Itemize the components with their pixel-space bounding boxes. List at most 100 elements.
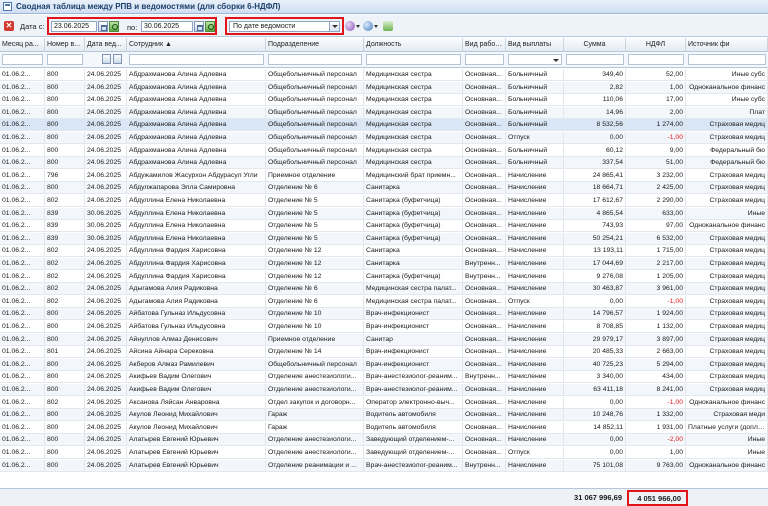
table-row[interactable]: 01.06.2... 800 24.06.2025 Айнуллов Алмаз Де… <box>0 333 768 346</box>
settings-tool-button[interactable] <box>363 21 378 32</box>
col-department-cell: Отделение № 12 <box>266 258 364 269</box>
col-position-cell: Санитарка (буфетчица) <box>364 270 463 282</box>
col-sum-cell: 29 979,17 <box>564 333 626 345</box>
col-ndfl-header[interactable]: НДФЛ <box>626 38 686 52</box>
col-statement-date-cell: 24.06.2025 <box>85 245 127 257</box>
filter-tool-button[interactable] <box>345 21 360 32</box>
table-row[interactable]: 01.06.2... 800 24.06.2025 Акулов Леонид Мих… <box>0 409 768 422</box>
clear-date-icon[interactable] <box>109 21 119 32</box>
col-statement-date-cell: 24.06.2025 <box>85 182 127 194</box>
col-sum-header[interactable]: Сумма <box>564 38 626 52</box>
table-row[interactable]: 01.06.2... 800 24.06.2025 Абдрахманова Алин… <box>0 144 768 157</box>
refresh-button[interactable] <box>383 21 395 32</box>
col-work-type-cell: Основная... <box>463 396 506 408</box>
col-payment-type-cell: Начисление <box>506 245 564 257</box>
table-row[interactable]: 01.06.2... 802 24.06.2025 Адыгамова Алия Ра… <box>0 295 768 308</box>
date-to-input[interactable]: 30.06.2025 <box>141 21 193 32</box>
table-row[interactable]: 01.06.2... 802 24.06.2025 Адыгамова Алия Ра… <box>0 283 768 296</box>
table-row[interactable]: 01.06.2... 800 24.06.2025 Айбатова Гульназ … <box>0 321 768 333</box>
col-payment-type-filter[interactable] <box>508 54 562 65</box>
col-position-cell: Заведующий отделением-... <box>364 447 463 458</box>
table-row[interactable]: 01.06.2... 800 24.06.2025 Айбатова Гульназ … <box>0 308 768 321</box>
col-statement-date-cell: 24.06.2025 <box>85 321 127 332</box>
col-department-header[interactable]: Подразделение <box>266 38 364 52</box>
table-row[interactable]: 01.06.2... 839 30.06.2025 Абдуллина Елена Н… <box>0 232 768 245</box>
col-position-cell: Медицинская сестра <box>364 119 463 131</box>
col-funding-source-filter[interactable] <box>688 54 766 65</box>
table-row[interactable]: 01.06.2... 796 24.06.2025 Абдужамилов Жасур… <box>0 169 768 182</box>
col-payment-type-header[interactable]: Вид выплаты <box>506 38 564 52</box>
col-period-filter[interactable] <box>2 54 43 65</box>
table-row[interactable]: 01.06.2... 800 24.06.2025 Абдрахманова Алин… <box>0 94 768 107</box>
col-funding-source-cell: Иные субс <box>686 69 768 80</box>
col-employee-cell: Адыгамова Алия Радиковна <box>127 295 266 307</box>
grouping-select-value: По дате ведомости <box>233 23 296 30</box>
date-to-label: по: <box>127 23 138 32</box>
table-row[interactable]: 01.06.2... 800 24.06.2025 Алатырев Евгений … <box>0 447 768 459</box>
col-ndfl-cell: 3 232,00 <box>626 169 686 181</box>
col-work-type-header[interactable]: Вид работы <box>463 38 506 52</box>
col-payment-type-cell: Начисление <box>506 220 564 232</box>
col-period-cell: 01.06.2... <box>0 321 45 332</box>
table-row[interactable]: 01.06.2... 800 24.06.2025 Акберов Алмаз Рам… <box>0 358 768 371</box>
col-statement-number-cell: 801 <box>45 346 85 358</box>
table-row[interactable]: 01.06.2... 800 24.06.2025 Акифьев Вадим Оле… <box>0 371 768 384</box>
col-statement-date-header[interactable]: Дата вед... <box>85 38 127 52</box>
table-row[interactable]: 01.06.2... 802 24.06.2025 Аксанова Ляйсан А… <box>0 396 768 409</box>
calendar-icon[interactable] <box>98 21 108 32</box>
col-work-type-filter[interactable] <box>465 54 504 65</box>
col-statement-date-cell: 24.06.2025 <box>85 195 127 206</box>
settings-icon <box>363 21 373 31</box>
col-employee-cell: Абдрахманова Алина Адлевна <box>127 119 266 131</box>
col-employee-header[interactable]: Сотрудник ▲ <box>127 38 266 52</box>
col-department-filter[interactable] <box>268 54 362 65</box>
table-row[interactable]: 01.06.2... 802 24.06.2025 Абдуллина Фардия … <box>0 270 768 283</box>
col-employee-filter[interactable] <box>129 54 264 65</box>
col-department-cell: Общебольничный персонал <box>266 132 364 143</box>
date-range-group: 23.06.2025 по: 30.06.2025 <box>47 17 217 35</box>
col-funding-source-header[interactable]: Источник фи <box>686 38 768 52</box>
table-row[interactable]: 01.06.2... 800 24.06.2025 Абдрахманова Алин… <box>0 119 768 132</box>
col-statement-date-cell: 24.06.2025 <box>85 119 127 131</box>
refresh-icon <box>383 21 393 31</box>
col-statement-number-cell: 800 <box>45 81 85 93</box>
table-row[interactable]: 01.06.2... 800 24.06.2025 Абдрахманова Алин… <box>0 81 768 94</box>
chevron-down-icon[interactable] <box>329 22 339 31</box>
date-from-label: Дата с: <box>20 22 45 31</box>
grouping-select[interactable]: По дате ведомости <box>229 21 340 32</box>
table-row[interactable]: 01.06.2... 800 24.06.2025 Алатырев Евгений … <box>0 459 768 472</box>
col-statement-number-cell: 802 <box>45 396 85 408</box>
col-position-filter[interactable] <box>366 54 461 65</box>
col-statement-number-filter[interactable] <box>47 54 83 65</box>
table-row[interactable]: 01.06.2... 800 24.06.2025 Алатырев Евгений … <box>0 434 768 447</box>
table-row[interactable]: 01.06.2... 800 24.06.2025 Акифьев Вадим Оле… <box>0 384 768 396</box>
table-row[interactable]: 01.06.2... 801 24.06.2025 Айсина Айнара Сер… <box>0 346 768 359</box>
calendar-icon[interactable] <box>194 21 204 32</box>
date-from-input[interactable]: 23.06.2025 <box>51 21 97 32</box>
table-row[interactable]: 01.06.2... 839 30.06.2025 Абдуллина Елена Н… <box>0 207 768 220</box>
col-employee-cell: Абдужамилов Жасурхон Абдурасул Угли <box>127 169 266 181</box>
date-filter-clear-icon[interactable] <box>113 54 122 64</box>
col-ndfl-filter[interactable] <box>628 54 684 65</box>
col-employee-cell: Алатырев Евгений Юрьевич <box>127 459 266 471</box>
col-work-type-cell: Основная... <box>463 358 506 370</box>
clear-date-icon[interactable] <box>205 21 215 32</box>
close-icon[interactable]: ✕ <box>4 21 14 31</box>
table-row[interactable]: 01.06.2... 802 24.06.2025 Абдуллина Фардия … <box>0 245 768 258</box>
col-sum-filter[interactable] <box>566 54 624 65</box>
date-filter-icon[interactable] <box>102 54 111 64</box>
col-position-cell: Врач-анестезиолог-реаним... <box>364 371 463 383</box>
table-row[interactable]: 01.06.2... 800 24.06.2025 Абдрахманова Алин… <box>0 106 768 119</box>
table-row[interactable]: 01.06.2... 800 24.06.2025 Абдрахманова Алин… <box>0 132 768 144</box>
col-position-header[interactable]: Должность <box>364 38 463 52</box>
table-row[interactable]: 01.06.2... 839 30.06.2025 Абдуллина Елена Н… <box>0 220 768 233</box>
col-sum-cell: 9 276,08 <box>564 270 626 282</box>
col-statement-number-header[interactable]: Номер в... <box>45 38 85 52</box>
table-row[interactable]: 01.06.2... 800 24.06.2025 Акулов Леонид Мих… <box>0 421 768 434</box>
table-row[interactable]: 01.06.2... 802 24.06.2025 Абдуллина Фардия … <box>0 258 768 270</box>
col-period-header[interactable]: Месяц ра... <box>0 38 45 52</box>
table-row[interactable]: 01.06.2... 800 24.06.2025 Абдрахманова Алин… <box>0 157 768 170</box>
table-row[interactable]: 01.06.2... 800 24.06.2025 Абдрахманова Алин… <box>0 69 768 81</box>
table-row[interactable]: 01.06.2... 802 24.06.2025 Абдуллина Елена Н… <box>0 195 768 207</box>
table-row[interactable]: 01.06.2... 800 24.06.2025 Абдулжапарова Элл… <box>0 182 768 195</box>
